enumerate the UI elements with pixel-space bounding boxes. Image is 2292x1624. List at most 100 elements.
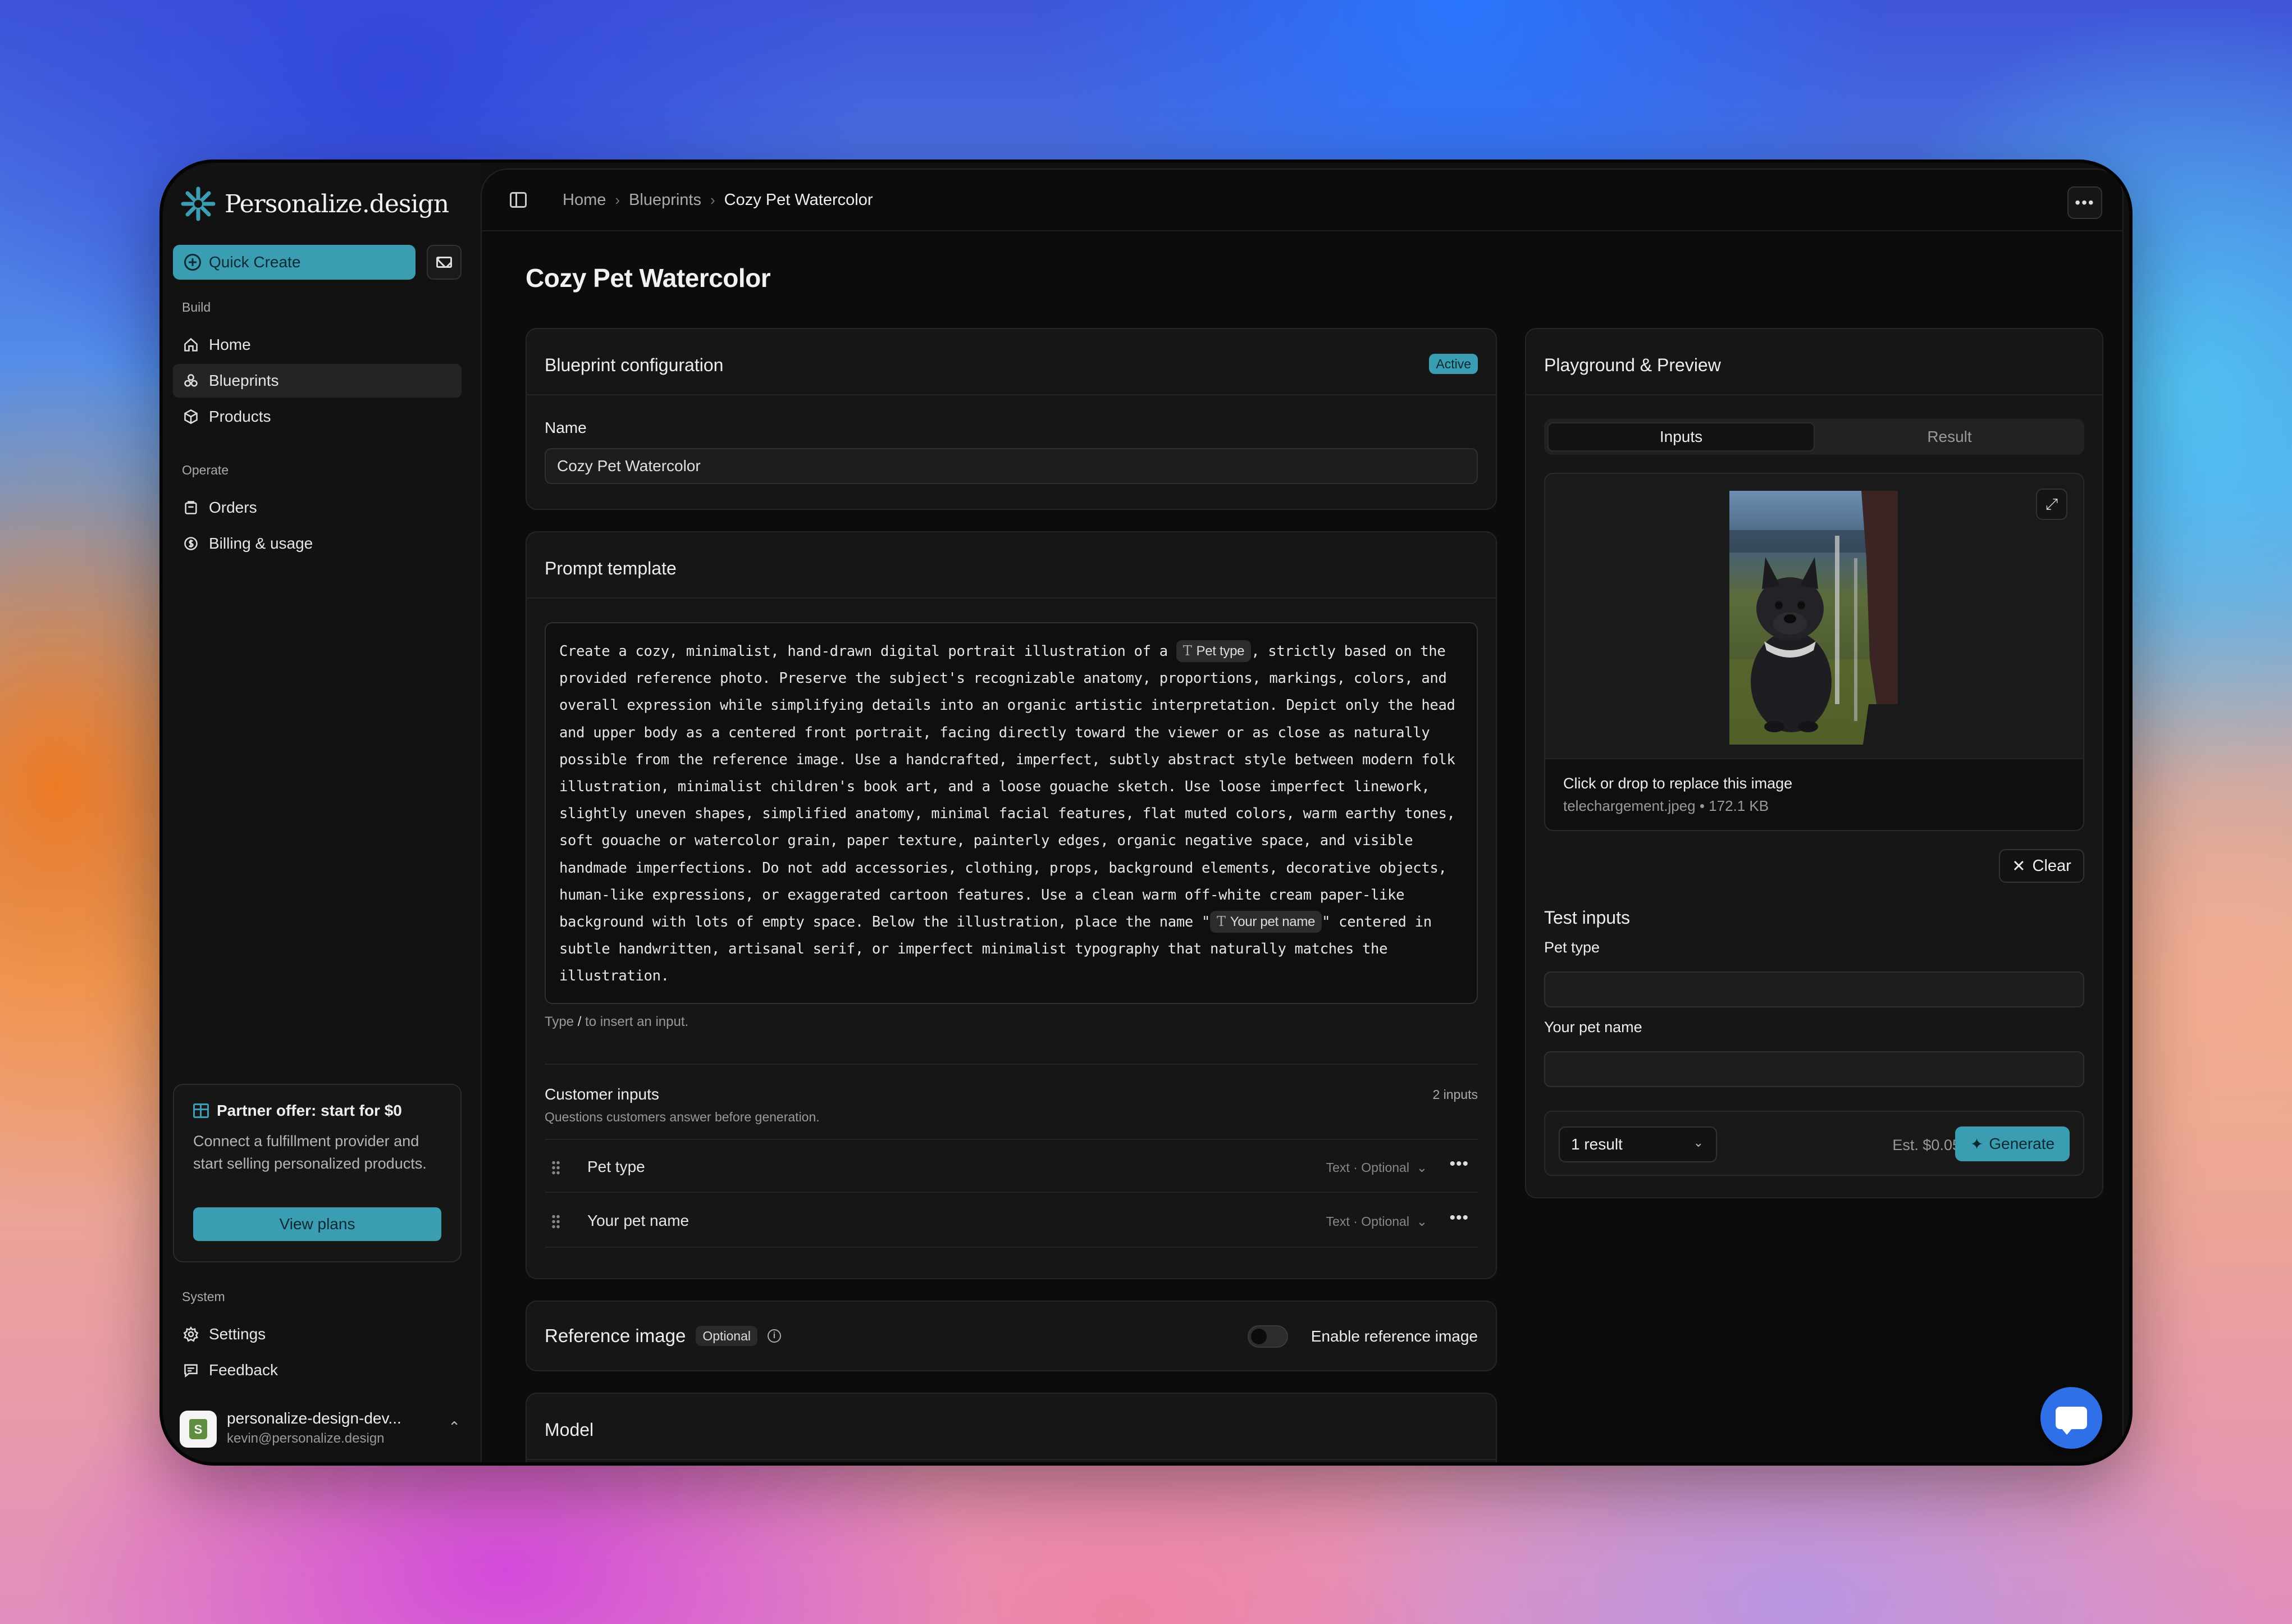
sidebar-item-orders[interactable]: Orders xyxy=(173,491,462,524)
tab-inputs[interactable]: Inputs xyxy=(1547,422,1815,451)
sidebar-item-products[interactable]: Products xyxy=(173,400,462,434)
main-content: Home › Blueprints › Cozy Pet Watercolor … xyxy=(481,168,2124,1462)
sidebar-item-label: Feedback xyxy=(209,1361,278,1379)
prompt-template-card: Prompt template Create a cozy, minimalis… xyxy=(526,531,1497,1279)
mail-icon xyxy=(436,257,452,268)
pet-type-label: Pet type xyxy=(1544,939,1600,956)
customer-input-type-dropdown[interactable]: Text · Optional ⌄ xyxy=(1326,1214,1427,1229)
status-badge: Active xyxy=(1429,354,1478,374)
result-count-select[interactable]: 1 result ⌄ xyxy=(1559,1126,1717,1162)
prompt-editor[interactable]: Create a cozy, minimalist, hand-drawn di… xyxy=(545,622,1478,1004)
sidebar-item-blueprints[interactable]: Blueprints xyxy=(173,364,462,398)
partner-offer-title-text: Partner offer: start for $0 xyxy=(217,1102,402,1119)
card-header: Model xyxy=(527,1394,1496,1460)
row-more-button[interactable]: ••• xyxy=(1449,1208,1469,1228)
app-window: Personalize.design Quick Create Build Ho… xyxy=(159,159,2133,1466)
drop-zone-footer: Click or drop to replace this image tele… xyxy=(1545,758,2083,830)
account-name: personalize-design-dev... xyxy=(227,1409,401,1427)
customer-input-name: Your pet name xyxy=(587,1212,690,1229)
cost-estimate: Est. $0.05 xyxy=(1892,1137,1961,1153)
asterisk-logo-icon xyxy=(181,186,216,221)
reference-image-header: Reference image Optional i xyxy=(545,1325,781,1347)
sidebar-item-home[interactable]: Home xyxy=(173,328,462,362)
inbox-button[interactable] xyxy=(427,245,462,280)
card-title: Reference image xyxy=(545,1325,686,1346)
info-icon[interactable]: i xyxy=(767,1329,781,1343)
account-switcher[interactable]: personalize-design-dev... kevin@personal… xyxy=(180,1409,460,1449)
reference-image-card: Reference image Optional i Enable refere… xyxy=(526,1301,1497,1371)
pet-type-input[interactable] xyxy=(1544,971,2084,1007)
result-count-value: 1 result xyxy=(1571,1135,1623,1153)
input-chip-pet-name[interactable]: T Your pet name xyxy=(1210,911,1322,933)
customer-input-row: Pet type Text · Optional ⌄ ••• xyxy=(545,1139,1478,1193)
sidebar-toggle-icon[interactable] xyxy=(510,192,527,208)
page-title: Cozy Pet Watercolor xyxy=(526,263,771,293)
gift-icon xyxy=(193,1103,209,1118)
card-header: Blueprint configuration Active xyxy=(527,329,1496,395)
customer-input-row: Your pet name Text · Optional ⌄ ••• xyxy=(545,1194,1478,1248)
brand-name: Personalize.design xyxy=(225,189,449,218)
breadcrumb-current: Cozy Pet Watercolor xyxy=(724,191,873,209)
clear-image-button[interactable]: ✕ Clear xyxy=(1999,849,2084,883)
sidebar-item-label: Billing & usage xyxy=(209,535,313,552)
customer-input-meta: Text · Optional xyxy=(1326,1160,1409,1175)
brand-logo[interactable]: Personalize.design xyxy=(180,185,449,222)
sidebar: Personalize.design Quick Create Build Ho… xyxy=(163,163,481,1462)
playground-tabs: Inputs Result xyxy=(1544,419,2084,455)
chat-icon xyxy=(2056,1407,2087,1435)
customer-input-meta: Text · Optional xyxy=(1326,1214,1409,1229)
customer-input-type-dropdown[interactable]: Text · Optional ⌄ xyxy=(1326,1160,1427,1175)
section-label-system: System xyxy=(182,1289,225,1304)
card-title: Model xyxy=(545,1420,594,1440)
card-title: Playground & Preview xyxy=(1544,355,1721,375)
sidebar-item-billing[interactable]: Billing & usage xyxy=(173,527,462,560)
breadcrumb-home[interactable]: Home xyxy=(563,191,606,209)
image-drop-zone[interactable]: ⤢ Click or drop to replace this image te… xyxy=(1544,473,2084,831)
sidebar-item-settings[interactable]: Settings xyxy=(173,1317,462,1351)
shopify-icon xyxy=(189,1419,207,1439)
chip-label: Pet type xyxy=(1196,644,1245,659)
generate-button[interactable]: ✦ Generate xyxy=(1955,1126,2070,1161)
tab-result[interactable]: Result xyxy=(1816,422,2083,451)
chevron-down-icon: ⌄ xyxy=(1416,1160,1427,1175)
reference-image-toggle[interactable] xyxy=(1248,1325,1288,1348)
expand-icon[interactable]: ⤢ xyxy=(2036,489,2067,520)
row-more-button[interactable]: ••• xyxy=(1449,1155,1469,1174)
input-chip-pet-type[interactable]: T Pet type xyxy=(1176,640,1252,662)
view-plans-button[interactable]: View plans xyxy=(193,1207,441,1241)
customer-input-name: Pet type xyxy=(587,1158,645,1175)
quick-create-button[interactable]: Quick Create xyxy=(173,245,416,280)
drag-handle-icon[interactable] xyxy=(551,1214,560,1229)
generate-label: Generate xyxy=(1989,1135,2055,1152)
sparkles-icon: ✦ xyxy=(1970,1135,1984,1153)
sidebar-item-feedback[interactable]: Feedback xyxy=(173,1353,462,1387)
divider xyxy=(545,1064,1478,1065)
chevron-right-icon: › xyxy=(710,191,715,208)
card-title: Prompt template xyxy=(545,558,677,578)
sidebar-item-label: Blueprints xyxy=(209,372,279,389)
chevron-down-icon: ⌄ xyxy=(1416,1214,1427,1229)
file-meta: telechargement.jpeg • 172.1 KB xyxy=(1563,797,1769,814)
model-card: Model xyxy=(526,1393,1497,1462)
prompt-text: Create a cozy, minimalist, hand-drawn di… xyxy=(559,643,1176,660)
account-email: kevin@personalize.design xyxy=(227,1431,385,1446)
name-label: Name xyxy=(545,419,587,436)
section-label-operate: Operate xyxy=(182,463,229,477)
text-type-icon: T xyxy=(1182,643,1192,659)
feedback-icon xyxy=(183,1362,199,1378)
avatar xyxy=(180,1411,217,1448)
support-chat-button[interactable] xyxy=(2040,1387,2102,1449)
card-header: Prompt template xyxy=(527,532,1496,599)
section-label-build: Build xyxy=(182,300,211,314)
quick-create-label: Quick Create xyxy=(209,253,301,271)
drag-handle-icon[interactable] xyxy=(551,1160,560,1175)
name-input[interactable]: Cozy Pet Watercolor xyxy=(545,448,1478,484)
pet-name-input[interactable] xyxy=(1544,1051,2084,1087)
gear-icon xyxy=(183,1326,199,1342)
playground-card: Playground & Preview Inputs Result ⤢ Cli… xyxy=(1525,328,2103,1198)
customer-inputs-title: Customer inputs xyxy=(545,1085,659,1103)
breadcrumb-blueprints[interactable]: Blueprints xyxy=(629,191,701,209)
more-options-button[interactable]: ••• xyxy=(2067,186,2102,219)
partner-offer-text: Connect a fulfillment provider and start… xyxy=(193,1133,427,1172)
optional-badge: Optional xyxy=(696,1326,757,1346)
